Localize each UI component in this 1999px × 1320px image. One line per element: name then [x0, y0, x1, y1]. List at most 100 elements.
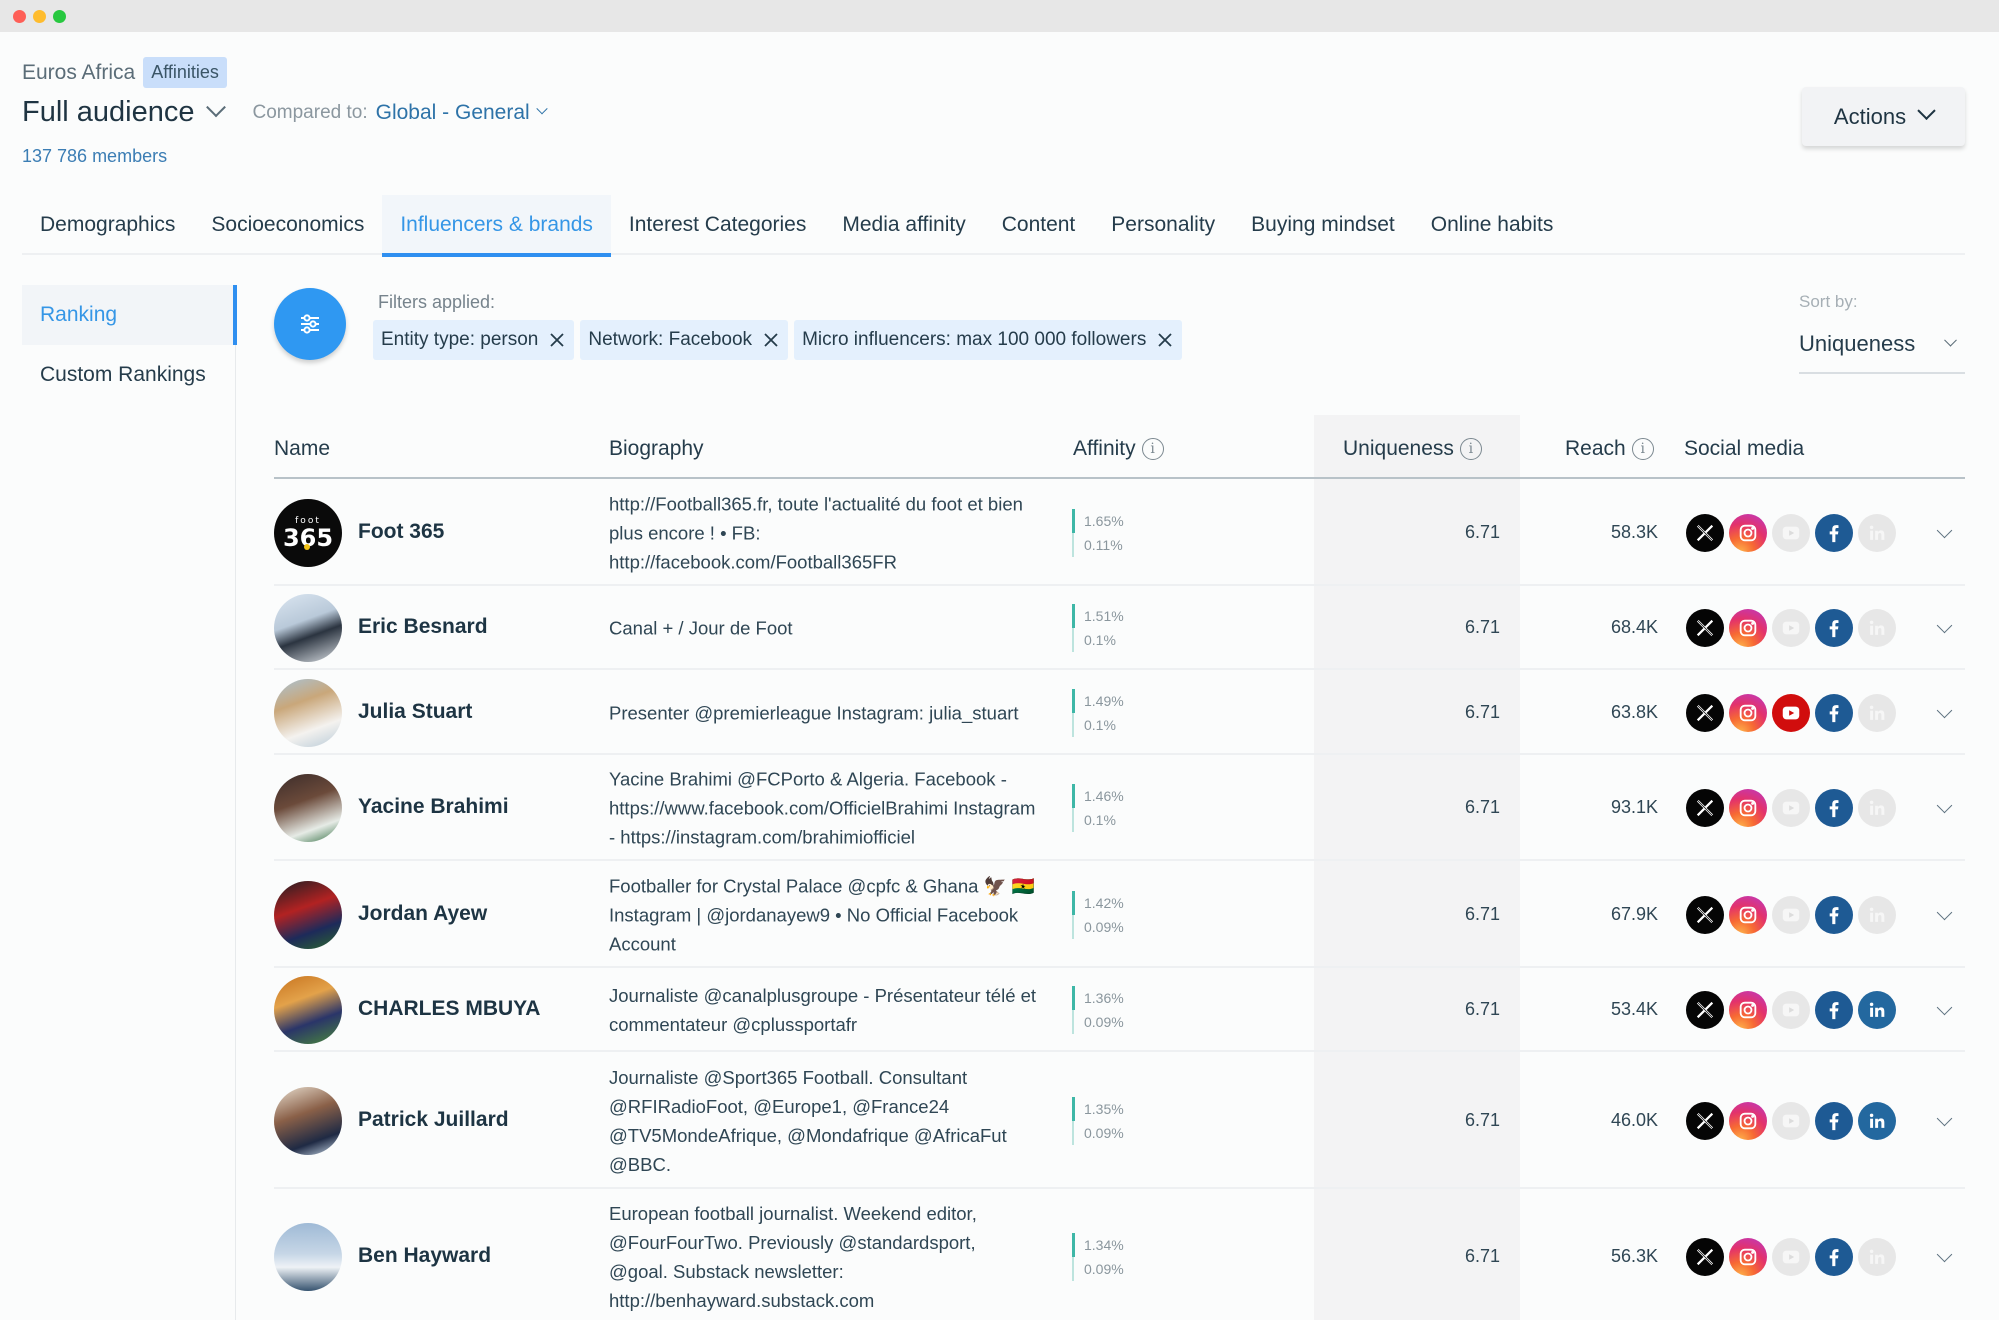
- facebook-icon[interactable]: [1815, 1101, 1853, 1140]
- youtube-icon[interactable]: [1772, 895, 1810, 934]
- avatar[interactable]: [274, 678, 342, 747]
- column-header-uniqueness[interactable]: Uniqueness i: [1343, 437, 1482, 461]
- avatar[interactable]: [274, 1222, 342, 1291]
- table-row[interactable]: Ben Hayward European football journalist.…: [274, 1189, 1965, 1320]
- x-twitter-icon[interactable]: [1686, 693, 1724, 732]
- facebook-icon[interactable]: [1815, 1237, 1853, 1276]
- info-icon[interactable]: i: [1631, 438, 1654, 460]
- influencer-name[interactable]: Patrick Juillard: [358, 1108, 509, 1132]
- youtube-icon[interactable]: [1772, 991, 1810, 1029]
- sort-by-select[interactable]: Uniqueness: [1799, 322, 1965, 374]
- maximize-window-button[interactable]: [53, 10, 66, 23]
- sidebar-item-ranking[interactable]: Ranking: [22, 285, 237, 345]
- youtube-icon[interactable]: [1772, 513, 1810, 552]
- avatar[interactable]: [274, 594, 342, 662]
- tab-content[interactable]: Content: [984, 195, 1094, 255]
- facebook-icon[interactable]: [1815, 609, 1853, 647]
- influencer-name[interactable]: Eric Besnard: [358, 615, 488, 639]
- sidebar-item-custom-rankings[interactable]: Custom Rankings: [22, 345, 235, 405]
- expand-row-chevron-icon[interactable]: [1936, 797, 1953, 814]
- table-row[interactable]: foot 365 Foot 365 http://Football365.fr, to…: [274, 479, 1965, 586]
- influencer-name[interactable]: Yacine Brahimi: [358, 795, 509, 819]
- avatar[interactable]: foot 365: [274, 498, 342, 567]
- influencer-name[interactable]: Julia Stuart: [358, 700, 472, 724]
- youtube-icon[interactable]: [1772, 1237, 1810, 1276]
- expand-row-chevron-icon[interactable]: [1936, 617, 1953, 634]
- instagram-icon[interactable]: [1729, 895, 1767, 934]
- close-window-button[interactable]: [13, 10, 26, 23]
- tab-media-affinity[interactable]: Media affinity: [824, 195, 983, 255]
- linkedin-icon[interactable]: [1858, 895, 1896, 934]
- info-icon[interactable]: i: [1459, 438, 1482, 460]
- instagram-icon[interactable]: [1729, 991, 1767, 1029]
- tab-online-habits[interactable]: Online habits: [1413, 195, 1572, 255]
- facebook-icon[interactable]: [1815, 895, 1853, 934]
- audience-selector[interactable]: Full audience: [22, 96, 195, 129]
- info-icon[interactable]: i: [1141, 438, 1164, 460]
- linkedin-icon[interactable]: [1858, 1237, 1896, 1276]
- facebook-icon[interactable]: [1815, 789, 1853, 827]
- minimize-window-button[interactable]: [33, 10, 46, 23]
- linkedin-icon[interactable]: [1858, 693, 1896, 732]
- chevron-down-icon[interactable]: [536, 102, 548, 114]
- actions-button[interactable]: Actions: [1802, 87, 1965, 146]
- x-twitter-icon[interactable]: [1686, 1237, 1724, 1276]
- avatar[interactable]: [274, 1086, 342, 1155]
- influencer-name[interactable]: Foot 365: [358, 520, 444, 544]
- table-row[interactable]: Yacine Brahimi Yacine Brahimi @FCPorto & …: [274, 755, 1965, 861]
- expand-row-chevron-icon[interactable]: [1936, 1246, 1953, 1262]
- facebook-icon[interactable]: [1815, 693, 1853, 732]
- instagram-icon[interactable]: [1729, 1237, 1767, 1276]
- tab-buying-mindset[interactable]: Buying mindset: [1233, 195, 1413, 255]
- x-twitter-icon[interactable]: [1686, 895, 1724, 934]
- influencer-name[interactable]: CHARLES MBUYA: [358, 997, 540, 1021]
- members-count[interactable]: 137 786 members: [22, 146, 167, 167]
- linkedin-icon[interactable]: [1858, 991, 1896, 1029]
- facebook-icon[interactable]: [1815, 991, 1853, 1029]
- linkedin-icon[interactable]: [1858, 609, 1896, 647]
- column-header-name[interactable]: Name: [274, 437, 330, 461]
- table-row[interactable]: Patrick Juillard Journaliste @Sport365 Fo…: [274, 1052, 1965, 1189]
- remove-filter-icon[interactable]: [548, 331, 566, 349]
- project-name[interactable]: Euros Africa: [22, 61, 135, 85]
- expand-row-chevron-icon[interactable]: [1936, 522, 1953, 538]
- avatar[interactable]: [274, 774, 342, 842]
- linkedin-icon[interactable]: [1858, 1101, 1896, 1140]
- tab-influencers-brands[interactable]: Influencers & brands: [382, 195, 611, 257]
- tab-demographics[interactable]: Demographics: [22, 195, 193, 255]
- expand-row-chevron-icon[interactable]: [1936, 702, 1953, 718]
- expand-row-chevron-icon[interactable]: [1936, 904, 1953, 920]
- youtube-icon[interactable]: [1772, 789, 1810, 827]
- linkedin-icon[interactable]: [1858, 513, 1896, 552]
- linkedin-icon[interactable]: [1858, 789, 1896, 827]
- instagram-icon[interactable]: [1729, 609, 1767, 647]
- table-row[interactable]: CHARLES MBUYA Journaliste @canalplusgroup…: [274, 968, 1965, 1052]
- instagram-icon[interactable]: [1729, 1101, 1767, 1140]
- instagram-icon[interactable]: [1729, 513, 1767, 552]
- x-twitter-icon[interactable]: [1686, 609, 1724, 647]
- table-row[interactable]: Julia Stuart Presenter @premierleague Ins…: [274, 670, 1965, 755]
- x-twitter-icon[interactable]: [1686, 1101, 1724, 1140]
- avatar[interactable]: [274, 976, 342, 1044]
- avatar[interactable]: [274, 880, 342, 949]
- tab-personality[interactable]: Personality: [1093, 195, 1233, 255]
- column-header-affinity[interactable]: Affinity i: [1073, 437, 1164, 461]
- x-twitter-icon[interactable]: [1686, 789, 1724, 827]
- expand-row-chevron-icon[interactable]: [1936, 1110, 1953, 1126]
- filter-settings-button[interactable]: [274, 288, 346, 360]
- tab-interest-categories[interactable]: Interest Categories: [611, 195, 824, 255]
- influencer-name[interactable]: Ben Hayward: [358, 1244, 491, 1268]
- table-row[interactable]: Jordan Ayew Footballer for Crystal Palace…: [274, 861, 1965, 968]
- compared-to-selector[interactable]: Global - General: [376, 101, 530, 125]
- x-twitter-icon[interactable]: [1686, 991, 1724, 1029]
- instagram-icon[interactable]: [1729, 789, 1767, 827]
- tab-socioeconomics[interactable]: Socioeconomics: [193, 195, 382, 255]
- youtube-icon[interactable]: [1772, 609, 1810, 647]
- youtube-icon[interactable]: [1772, 693, 1810, 732]
- facebook-icon[interactable]: [1815, 513, 1853, 552]
- remove-filter-icon[interactable]: [762, 331, 780, 349]
- influencer-name[interactable]: Jordan Ayew: [358, 902, 487, 926]
- instagram-icon[interactable]: [1729, 693, 1767, 732]
- column-header-reach[interactable]: Reach i: [1565, 437, 1654, 461]
- remove-filter-icon[interactable]: [1156, 331, 1174, 349]
